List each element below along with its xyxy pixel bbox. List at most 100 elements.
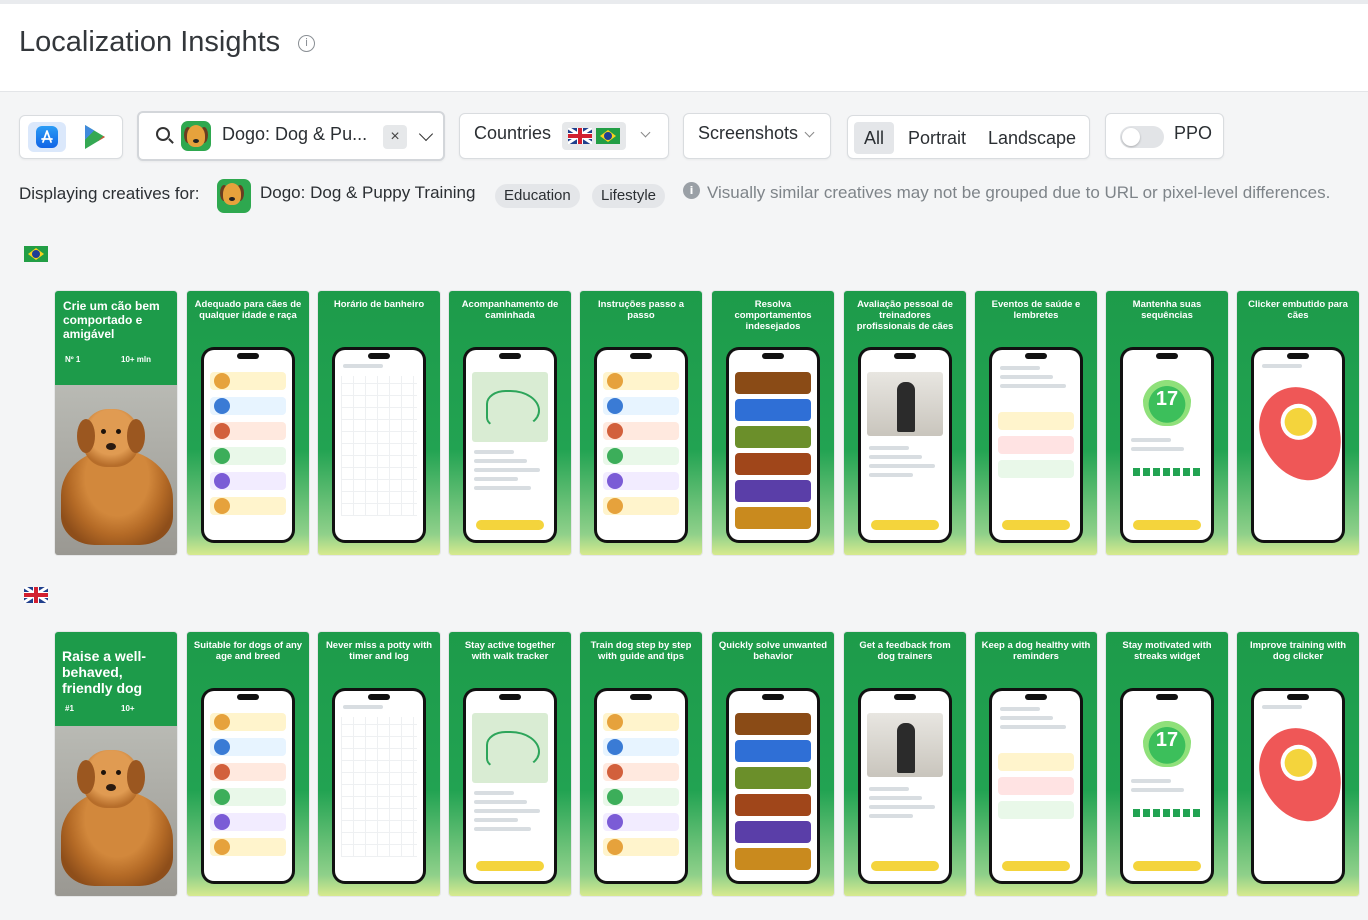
avatar [214, 373, 230, 389]
creative-thumbnail[interactable]: Eventos de saúde e lembretes [975, 291, 1097, 555]
walk-map [472, 372, 548, 442]
creative-thumbnail[interactable]: Stay motivated with streaks widget 17 [1106, 632, 1228, 896]
phone-notch [368, 694, 390, 700]
phone-mockup [463, 347, 557, 543]
chevron-down-icon[interactable] [418, 126, 434, 142]
dog-eye [101, 429, 106, 434]
creative-thumbnail[interactable]: Mantenha suas sequências 17 [1106, 291, 1228, 555]
creative-thumbnail[interactable]: Acompanhamento de caminhada [449, 291, 571, 555]
chevron-down-icon[interactable] [640, 127, 651, 138]
avatar [607, 714, 623, 730]
phone-screen [861, 691, 949, 881]
search-icon [156, 127, 170, 141]
text-line [1131, 447, 1184, 451]
phone-screen [204, 691, 292, 881]
behavior-card [735, 740, 811, 762]
phone-mockup: 17 [1120, 347, 1214, 543]
app-select[interactable]: Dogo: Dog & Pu... × [137, 111, 445, 161]
phone-notch [499, 353, 521, 359]
dog-ear [127, 760, 145, 794]
creative-caption: Raise a well-behaved, friendly dog [62, 648, 147, 696]
google-play-button[interactable] [76, 122, 114, 152]
avatar [214, 789, 230, 805]
dog-photo [55, 726, 177, 896]
creative-caption: Train dog step by step with guide and ti… [590, 640, 692, 662]
rank-badge: #1 [65, 704, 74, 713]
text-line [474, 827, 531, 831]
app-icon [181, 121, 211, 151]
orientation-all[interactable]: All [854, 122, 894, 154]
phone-mockup [594, 347, 688, 543]
creative-thumbnail[interactable]: Improve training with dog clicker [1237, 632, 1359, 896]
app-store-icon [36, 126, 58, 148]
users-badge: 10+ [121, 704, 135, 713]
ppo-toggle[interactable] [1120, 126, 1164, 148]
text-line [869, 446, 909, 450]
orientation-portrait[interactable]: Portrait [902, 122, 972, 154]
creative-caption: Horário de banheiro [333, 299, 425, 310]
health-event [998, 753, 1074, 771]
text-line [869, 473, 913, 477]
health-event [998, 801, 1074, 819]
phone-mockup [332, 688, 426, 884]
avatar [607, 739, 623, 755]
uk-flag-icon [568, 128, 592, 144]
phone-notch [762, 694, 784, 700]
creative-thumbnail[interactable]: Avaliação pessoal de treinadores profiss… [844, 291, 966, 555]
primary-button [1002, 861, 1070, 871]
category-tag[interactable]: Lifestyle [592, 184, 666, 208]
countries-dropdown[interactable]: Countries [459, 113, 669, 159]
creative-thumbnail[interactable]: Horário de banheiro [318, 291, 440, 555]
phone-screen [992, 691, 1080, 881]
phone-notch [368, 353, 390, 359]
creative-thumbnail[interactable]: Suitable for dogs of any age and breed [187, 632, 309, 896]
primary-button [476, 520, 544, 530]
clear-app-button[interactable]: × [383, 125, 407, 149]
page-header: Localization Insights i [0, 0, 1368, 92]
text-line [1262, 364, 1302, 368]
orientation-landscape[interactable]: Landscape [982, 122, 1082, 154]
phone-screen [466, 350, 554, 540]
phone-screen [597, 691, 685, 881]
creative-thumbnail[interactable]: Adequado para cães de qualquer idade e r… [187, 291, 309, 555]
creative-thumbnail[interactable]: Quickly solve unwanted behavior [712, 632, 834, 896]
page-title: Localization Insights [19, 26, 281, 58]
phone-notch [762, 353, 784, 359]
behavior-card [735, 821, 811, 843]
rank-badge: Nº 1 [65, 355, 81, 364]
dog-ear [77, 419, 95, 453]
creative-thumbnail[interactable]: Never miss a potty with timer and log [318, 632, 440, 896]
chevron-down-icon[interactable] [804, 127, 815, 138]
phone-screen: 17 [1123, 350, 1211, 540]
creative-thumbnail[interactable]: Train dog step by step with guide and ti… [580, 632, 702, 896]
app-store-button[interactable] [28, 122, 66, 152]
avatar [214, 764, 230, 780]
creative-thumbnail[interactable]: Resolva comportamentos indesejados [712, 291, 834, 555]
creative-thumbnail[interactable]: Raise a well-behaved, friendly dog #1 10+ [55, 632, 177, 896]
avatar [607, 764, 623, 780]
trainer-video [867, 372, 943, 436]
creative-thumbnail[interactable]: Stay active together with walk tracker [449, 632, 571, 896]
behavior-card [735, 794, 811, 816]
phone-screen [335, 350, 423, 540]
creative-thumbnail[interactable]: Keep a dog healthy with reminders [975, 632, 1097, 896]
app-icon [217, 179, 251, 213]
grouping-note: Visually similar creatives may not be gr… [707, 183, 1331, 202]
behavior-card [735, 426, 811, 448]
creative-thumbnail[interactable]: Crie um cão bem comportado e amigável Nº … [55, 291, 177, 555]
phone-notch [1156, 694, 1178, 700]
avatar [607, 473, 623, 489]
behavior-card [735, 507, 811, 529]
screenshots-dropdown[interactable]: Screenshots [683, 113, 831, 159]
info-icon[interactable]: i [298, 35, 315, 52]
creative-thumbnail[interactable]: Get a feedback from dog trainers [844, 632, 966, 896]
health-event [998, 436, 1074, 454]
category-tag[interactable]: Education [495, 184, 580, 208]
avatar [214, 839, 230, 855]
phone-mockup [1251, 347, 1345, 543]
creative-thumbnail[interactable]: Clicker embutido para cães [1237, 291, 1359, 555]
dog-eye [116, 770, 121, 775]
dog-eye [116, 429, 121, 434]
phone-mockup [858, 688, 952, 884]
creative-thumbnail[interactable]: Instruções passo a passo [580, 291, 702, 555]
